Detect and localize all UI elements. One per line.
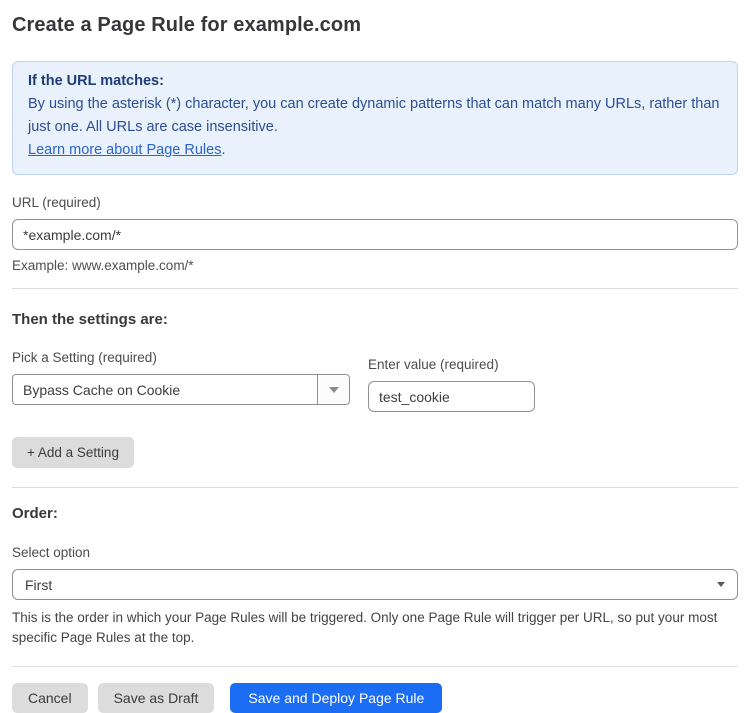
settings-section-heading: Then the settings are: xyxy=(12,311,738,328)
order-select-group: Select option First This is the order in… xyxy=(12,545,738,647)
url-match-info-box: If the URL matches: By using the asteris… xyxy=(12,61,738,175)
setting-select-arrow-button[interactable] xyxy=(317,375,349,404)
setting-picker-group: Pick a Setting (required) Bypass Cache o… xyxy=(12,350,350,405)
add-setting-button[interactable]: + Add a Setting xyxy=(12,437,134,468)
url-helper-text: Example: www.example.com/* xyxy=(12,258,738,273)
create-page-rule-panel: Create a Page Rule for example.com If th… xyxy=(0,0,750,713)
info-box-body: By using the asterisk (*) character, you… xyxy=(28,93,722,139)
info-box-heading: If the URL matches: xyxy=(28,70,722,93)
learn-more-link[interactable]: Learn more about Page Rules xyxy=(28,142,221,158)
chevron-down-icon xyxy=(717,582,725,587)
setting-value-input[interactable] xyxy=(368,381,535,412)
divider xyxy=(12,487,738,488)
divider xyxy=(12,288,738,289)
setting-picker-label: Pick a Setting (required) xyxy=(12,350,350,365)
divider xyxy=(12,666,738,667)
page-title: Create a Page Rule for example.com xyxy=(12,14,738,37)
info-box-link-row: Learn more about Page Rules. xyxy=(28,139,722,162)
setting-value-label: Enter value (required) xyxy=(368,357,535,372)
chevron-down-icon xyxy=(329,387,339,393)
url-input[interactable] xyxy=(12,219,738,250)
order-select-label: Select option xyxy=(12,545,738,560)
setting-value-group: Enter value (required) xyxy=(368,357,535,412)
order-select-value: First xyxy=(25,577,52,593)
setting-select[interactable]: Bypass Cache on Cookie xyxy=(12,374,350,405)
setting-select-value: Bypass Cache on Cookie xyxy=(13,375,317,404)
settings-row: Pick a Setting (required) Bypass Cache o… xyxy=(12,350,738,412)
url-field-label: URL (required) xyxy=(12,195,738,210)
url-field-group: URL (required) Example: www.example.com/… xyxy=(12,195,738,273)
order-help-text: This is the order in which your Page Rul… xyxy=(12,608,738,647)
link-suffix: . xyxy=(221,142,225,158)
order-section-heading: Order: xyxy=(12,505,738,522)
order-select[interactable]: First xyxy=(12,569,738,600)
